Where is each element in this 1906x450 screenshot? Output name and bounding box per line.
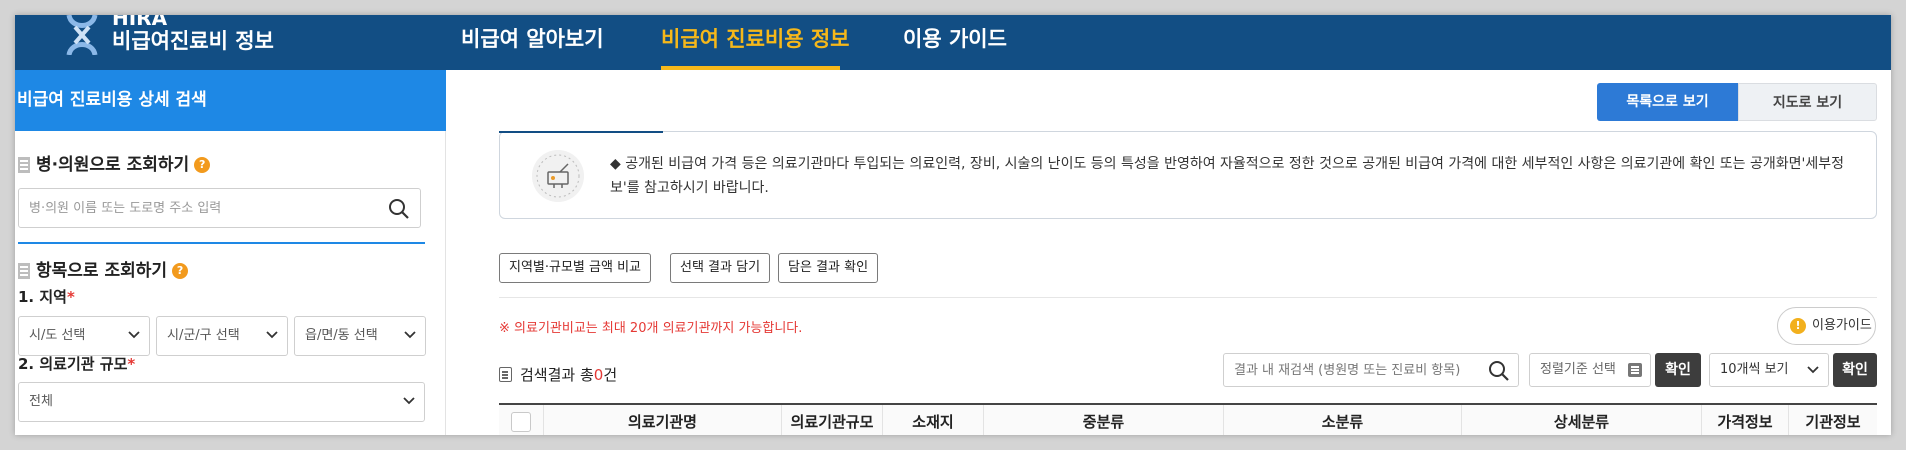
sigungu-select-value: 시/군/구 선택 bbox=[167, 328, 240, 343]
page-size-confirm-button[interactable]: 확인 bbox=[1833, 353, 1877, 387]
result-search-box bbox=[1223, 353, 1519, 387]
compare-button[interactable]: 지역별·규모별 금액 비교 bbox=[499, 253, 651, 283]
scale-select-value: 전체 bbox=[29, 394, 53, 409]
item-search-label: 항목으로 조회하기 bbox=[36, 261, 168, 281]
save-selection-button[interactable]: 선택 결과 담기 bbox=[670, 253, 771, 283]
hospital-search-title: 병·의원으로 조회하기 ? bbox=[18, 154, 211, 176]
sort-list-icon bbox=[1628, 363, 1642, 377]
hospital-search-label: 병·의원으로 조회하기 bbox=[36, 155, 190, 175]
page-size-value: 10개씩 보기 bbox=[1720, 362, 1789, 377]
column-header[interactable]: 가격정보 bbox=[1702, 405, 1789, 435]
logo-subtitle[interactable]: 비급여진료비 정보 bbox=[112, 28, 274, 54]
select-all-checkbox[interactable] bbox=[511, 412, 531, 432]
result-suffix: 건 bbox=[603, 366, 618, 384]
result-search-input[interactable] bbox=[1224, 354, 1474, 386]
sido-select-value: 시/도 선택 bbox=[29, 328, 86, 343]
select-all-column bbox=[499, 405, 544, 435]
column-header[interactable]: 의료기관명 bbox=[544, 405, 782, 435]
region-label-text: 1. 지역 bbox=[18, 288, 67, 306]
results-table-header: 의료기관명 의료기관규모 소재지 중분류 소분류 상세분류 가격정보 기관정보 bbox=[499, 403, 1877, 435]
top-navigation: HIRA 비급여진료비 정보 비급여 알아보기 비급여 진료비용 정보 이용 가… bbox=[15, 15, 1891, 70]
hira-logo-icon bbox=[66, 15, 98, 55]
scale-select[interactable]: 전체 bbox=[18, 382, 425, 422]
column-header[interactable]: 소재지 bbox=[883, 405, 984, 435]
list-view-button[interactable]: 목록으로 보기 bbox=[1597, 83, 1738, 121]
sort-confirm-button[interactable]: 확인 bbox=[1655, 353, 1701, 387]
sigungu-select[interactable]: 시/군/구 선택 bbox=[156, 316, 288, 356]
sort-select[interactable]: 정렬기준 선택 bbox=[1529, 353, 1651, 387]
chevron-down-icon bbox=[1807, 366, 1819, 374]
chevron-down-icon bbox=[128, 331, 140, 339]
dong-select-value: 읍/면/동 선택 bbox=[305, 328, 378, 343]
map-view-button[interactable]: 지도로 보기 bbox=[1738, 83, 1877, 121]
region-label: 1. 지역* bbox=[18, 286, 75, 307]
help-icon[interactable]: ? bbox=[172, 263, 189, 279]
usage-guide-label: 이용가이드 bbox=[1812, 318, 1872, 333]
result-summary: 검색결과 총0건 bbox=[499, 364, 617, 385]
required-mark: * bbox=[66, 288, 75, 306]
sidebar-title: 비급여 진료비용 상세 검색 bbox=[15, 70, 446, 131]
column-header[interactable]: 상세분류 bbox=[1462, 405, 1702, 435]
scale-label-text: 2. 의료기관 규모 bbox=[18, 355, 128, 373]
scale-label: 2. 의료기관 규모* bbox=[18, 353, 135, 374]
chevron-down-icon bbox=[403, 397, 415, 405]
building-icon bbox=[18, 157, 30, 173]
sido-select[interactable]: 시/도 선택 bbox=[18, 316, 150, 356]
result-count: 0 bbox=[593, 365, 604, 384]
item-search-title: 항목으로 조회하기 ? bbox=[18, 260, 189, 282]
column-header[interactable]: 중분류 bbox=[984, 405, 1224, 435]
nav-item-about[interactable]: 비급여 알아보기 bbox=[461, 25, 604, 53]
chevron-down-icon bbox=[266, 331, 278, 339]
document-icon bbox=[499, 367, 512, 382]
logo-text[interactable]: HIRA bbox=[112, 15, 167, 28]
required-mark: * bbox=[127, 355, 136, 373]
notice-text: ◆ 공개된 비급여 가격 등은 의료기관마다 투입되는 의료인력, 장비, 시술… bbox=[610, 156, 1845, 196]
list-icon bbox=[18, 263, 30, 279]
browser-frame: HIRA 비급여진료비 정보 비급여 알아보기 비급여 진료비용 정보 이용 가… bbox=[15, 15, 1891, 435]
hospital-search-input[interactable] bbox=[19, 189, 359, 227]
notice-box: ◆ 공개된 비급여 가격 등은 의료기관마다 투입되는 의료인력, 장비, 시술… bbox=[499, 131, 1877, 219]
divider bbox=[499, 297, 1877, 298]
nav-item-guide[interactable]: 이용 가이드 bbox=[903, 25, 1007, 53]
search-icon[interactable] bbox=[1488, 360, 1510, 382]
notice-accent-bar bbox=[499, 131, 663, 133]
compare-limit-warning: ※ 의료기관비교는 최대 20개 의료기관까지 가능합니다. bbox=[499, 321, 803, 336]
page-size-select[interactable]: 10개씩 보기 bbox=[1709, 353, 1829, 387]
column-header[interactable]: 의료기관규모 bbox=[782, 405, 883, 435]
dong-select[interactable]: 읍/면/동 선택 bbox=[294, 316, 426, 356]
chevron-down-icon bbox=[404, 331, 416, 339]
help-icon[interactable]: ? bbox=[194, 157, 211, 173]
result-prefix: 검색결과 총 bbox=[520, 366, 594, 384]
column-header[interactable]: 기관정보 bbox=[1789, 405, 1877, 435]
check-saved-button[interactable]: 담은 결과 확인 bbox=[778, 253, 879, 283]
section-divider bbox=[18, 242, 425, 244]
sort-select-value: 정렬기준 선택 bbox=[1540, 362, 1616, 377]
info-icon: ! bbox=[1790, 318, 1806, 334]
notice-icon bbox=[532, 150, 584, 202]
nav-item-cost-info[interactable]: 비급여 진료비용 정보 bbox=[661, 25, 850, 53]
hospital-search-box bbox=[18, 188, 421, 228]
search-icon[interactable] bbox=[388, 198, 410, 220]
main-content: 목록으로 보기 지도로 보기 ◆ 공개된 비급여 가격 등은 의료기관마다 투입… bbox=[447, 70, 1891, 435]
column-header[interactable]: 소분류 bbox=[1224, 405, 1462, 435]
usage-guide-button[interactable]: ! 이용가이드 bbox=[1777, 307, 1876, 345]
search-sidebar: 비급여 진료비용 상세 검색 병·의원으로 조회하기 ? 항목으로 조회하기 ?… bbox=[15, 70, 446, 435]
